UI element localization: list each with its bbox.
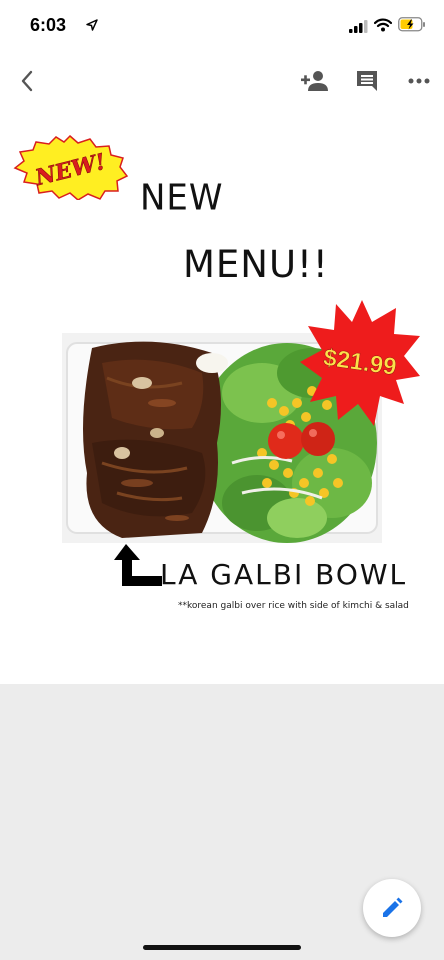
add-person-icon: [301, 71, 328, 91]
status-time: 6:03: [30, 15, 67, 35]
dish-description: **korean galbi over rice with side of ki…: [178, 601, 409, 611]
share-add-person-button[interactable]: [300, 66, 330, 96]
location-arrow-icon: [86, 19, 98, 31]
wifi-icon: [374, 18, 392, 32]
new-badge: NEW!: [13, 134, 128, 200]
more-horizontal-icon: [408, 78, 430, 84]
more-options-button[interactable]: [404, 66, 434, 96]
chevron-left-icon: [21, 70, 33, 92]
comment-button[interactable]: [352, 66, 382, 96]
dish-name: LA GALBI BOWL: [160, 558, 408, 591]
arrow-up-icon: [114, 544, 162, 586]
back-button[interactable]: [12, 66, 42, 96]
price-badge: $21.99: [300, 300, 420, 426]
edit-fab-button[interactable]: [363, 879, 421, 937]
cellular-signal-icon: [349, 20, 368, 33]
home-indicator: [143, 945, 301, 950]
comment-icon: [357, 71, 377, 91]
flyer-title-line2: MENU!!: [183, 243, 329, 286]
top-toolbar: [0, 58, 444, 102]
battery-charging-icon: [398, 17, 425, 32]
pencil-icon: [383, 897, 403, 917]
flyer-title-line1: NEW: [140, 177, 224, 219]
status-bar: 6:03: [0, 0, 444, 52]
